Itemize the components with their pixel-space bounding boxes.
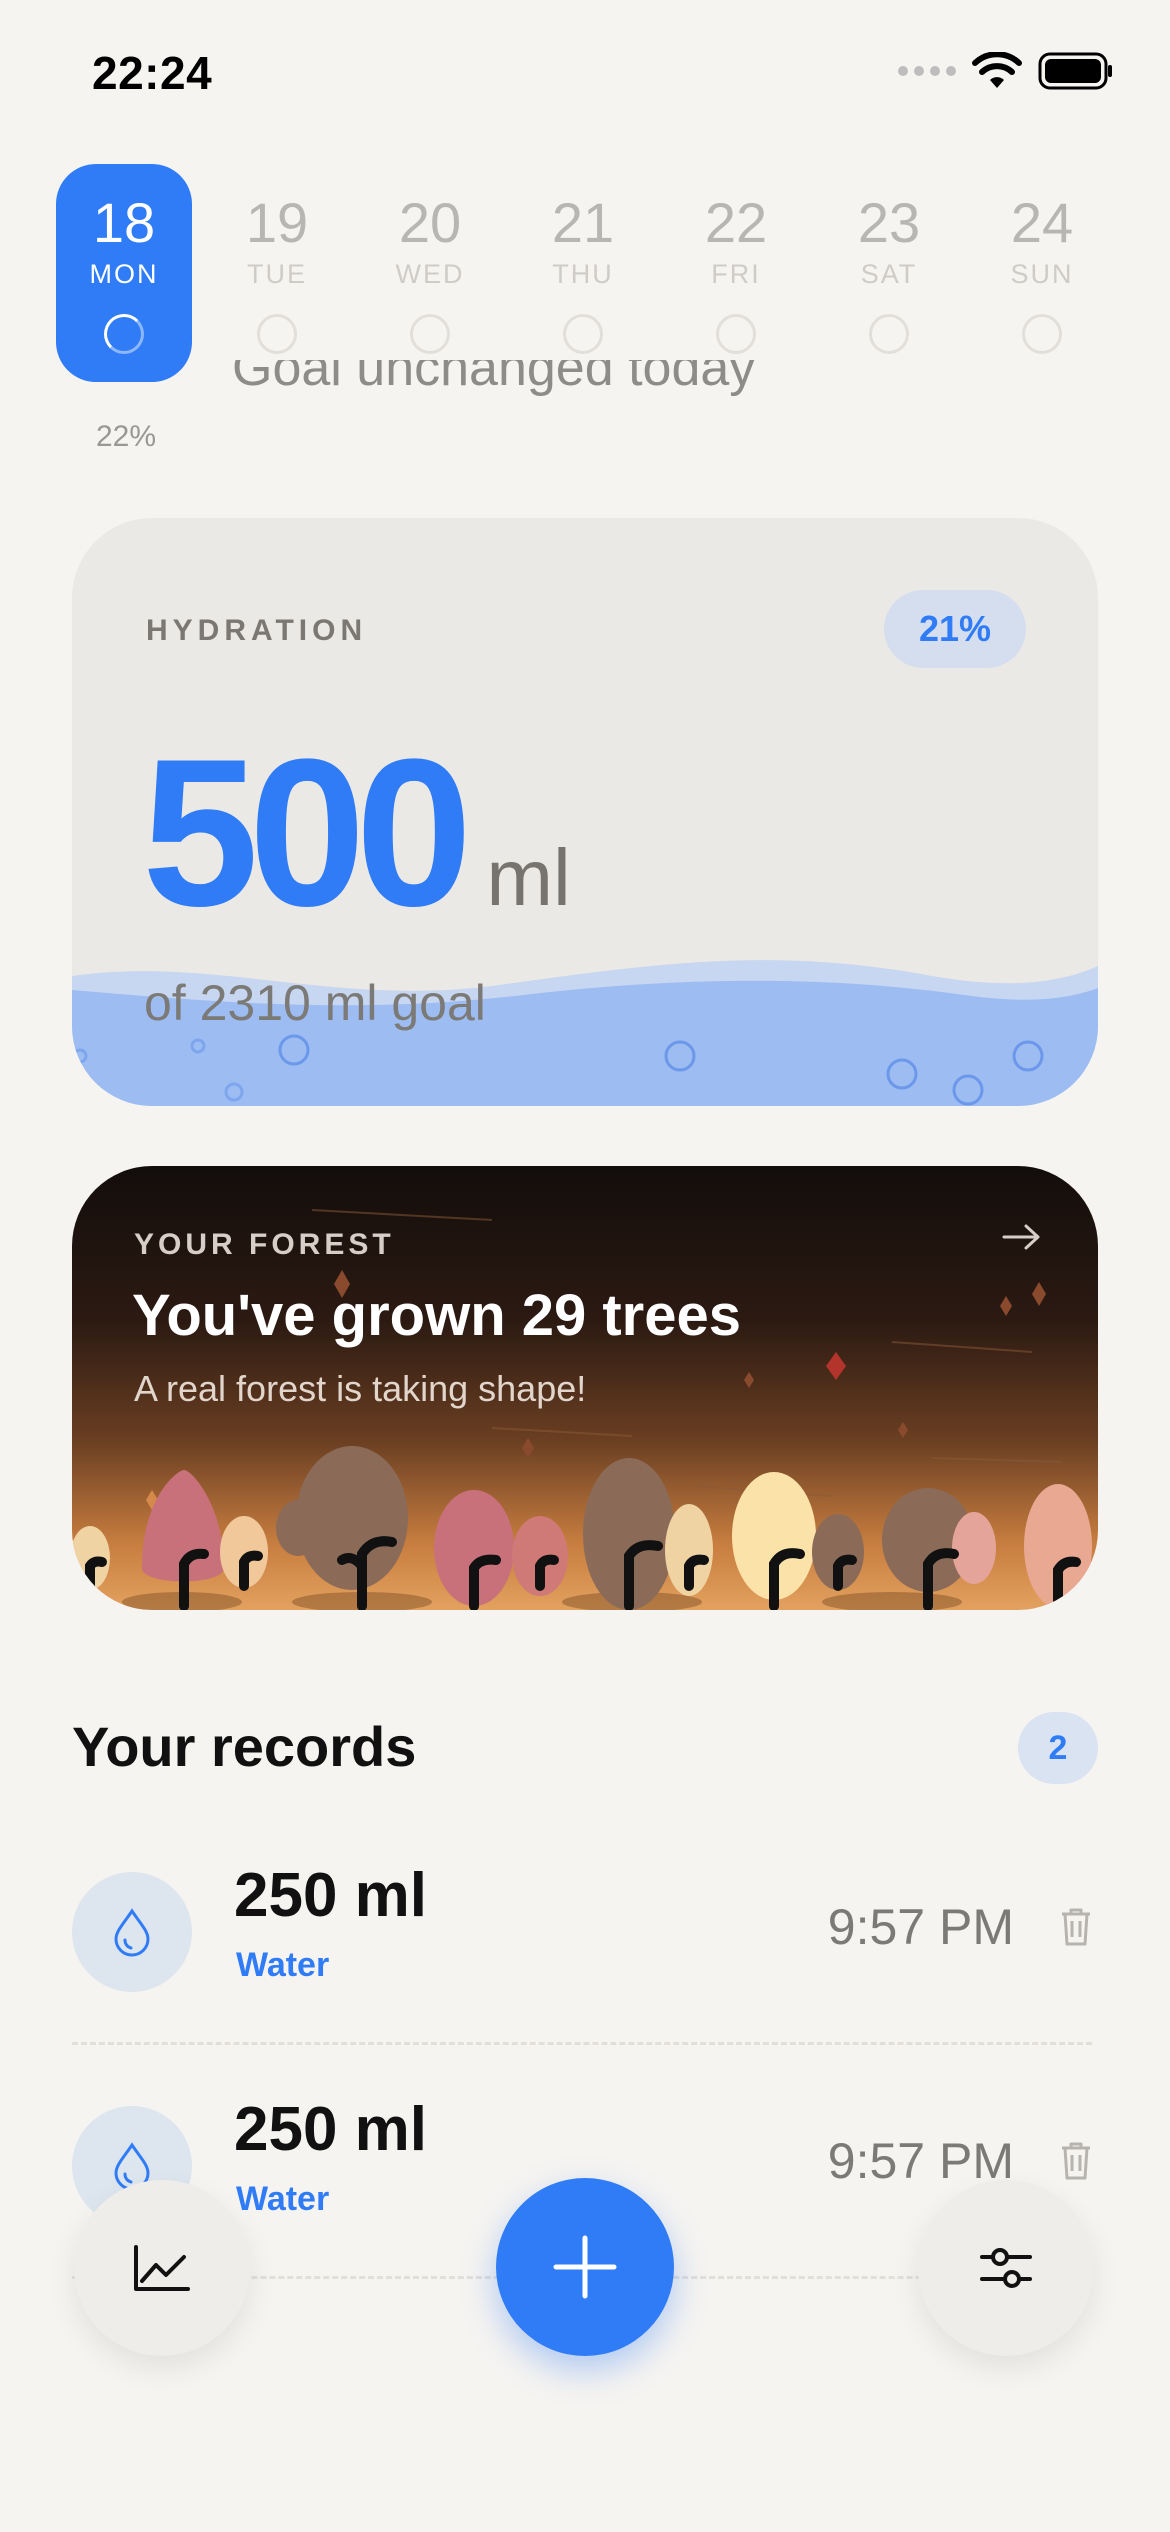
day-number: 18 [92, 191, 156, 254]
today-percent: 22% [96, 420, 157, 453]
hydration-card[interactable]: HYDRATION 21% 500 ml of 2310 ml goal [72, 518, 1098, 1106]
day-name: TUE [247, 259, 307, 289]
hydration-goal-text: of 2310 ml goal [144, 975, 486, 1031]
day-progress-ring [410, 314, 450, 354]
day-number: 19 [245, 191, 309, 254]
sliders-icon [980, 2248, 1032, 2288]
trash-icon[interactable] [1058, 2140, 1094, 2182]
day-sat[interactable]: 23 SAT [821, 164, 957, 382]
hydration-amount: 500 ml [142, 728, 571, 938]
day-sun[interactable]: 24 SUN [974, 164, 1110, 382]
goal-status-text: Goal unchanged today [232, 360, 756, 397]
status-time: 22:24 [92, 47, 213, 99]
day-progress-ring [257, 314, 297, 354]
day-progress-ring [869, 314, 909, 354]
hydration-percent-badge: 21% [884, 590, 1026, 668]
day-fri[interactable]: 22 FRI [668, 164, 804, 382]
status-icons [898, 52, 1114, 90]
water-drop-icon [114, 1908, 150, 1957]
record-amount: 250 ml [234, 2095, 428, 2164]
day-number: 22 [704, 191, 768, 254]
trash-icon[interactable] [1058, 1906, 1094, 1948]
day-mon[interactable]: 18 MON [56, 164, 192, 382]
wifi-icon [972, 52, 1022, 88]
day-name: MON [89, 259, 159, 289]
day-name: SUN [1010, 259, 1074, 289]
day-name: FRI [711, 259, 761, 289]
record-time: 9:57 PM [827, 1899, 1014, 1955]
day-progress-ring [563, 314, 603, 354]
day-number: 20 [398, 191, 462, 254]
plus-icon [553, 2235, 617, 2299]
day-name: THU [552, 259, 614, 289]
forest-card[interactable]: YOUR FOREST You've grown 29 trees A real… [72, 1166, 1098, 1610]
add-record-button[interactable] [496, 2178, 674, 2356]
day-wed[interactable]: 20 WED [362, 164, 498, 382]
battery-icon [1038, 52, 1112, 90]
day-name: SAT [860, 259, 918, 289]
settings-button[interactable] [918, 2180, 1094, 2356]
day-tue[interactable]: 19 TUE [209, 164, 345, 382]
week-strip: 18 MON 19 TUE 20 WED 21 THU 22 FRI 23 SA… [56, 164, 1136, 382]
chart-line-icon [134, 2245, 190, 2291]
day-thu[interactable]: 21 THU [515, 164, 651, 382]
day-progress-ring [104, 314, 144, 354]
day-number: 24 [1010, 191, 1074, 254]
forest-title: You've grown 29 trees [132, 1283, 742, 1348]
record-kind: Water [236, 1946, 330, 1984]
day-number: 23 [857, 191, 921, 254]
day-name: WED [395, 259, 465, 289]
records-count-badge: 2 [1018, 1712, 1098, 1784]
record-kind: Water [236, 2180, 330, 2218]
hydration-value: 500 [142, 715, 472, 950]
stats-button[interactable] [74, 2180, 250, 2356]
forest-subtitle: A real forest is taking shape! [134, 1368, 587, 1409]
hydration-unit: ml [486, 833, 571, 922]
cellular-signal-icon [898, 66, 956, 76]
day-progress-ring [716, 314, 756, 354]
hydration-label: HYDRATION [146, 614, 368, 647]
record-amount: 250 ml [234, 1861, 428, 1930]
forest-label: YOUR FOREST [134, 1228, 395, 1261]
records-heading: Your records [72, 1715, 417, 1778]
day-number: 21 [551, 191, 615, 254]
arrow-right-icon[interactable] [1002, 1222, 1042, 1252]
record-divider [72, 2042, 1092, 2045]
record-icon-circle [72, 1872, 192, 1992]
day-progress-ring [1022, 314, 1062, 354]
record-item[interactable]: 250 ml Water 9:57 PM [72, 1854, 1098, 2014]
